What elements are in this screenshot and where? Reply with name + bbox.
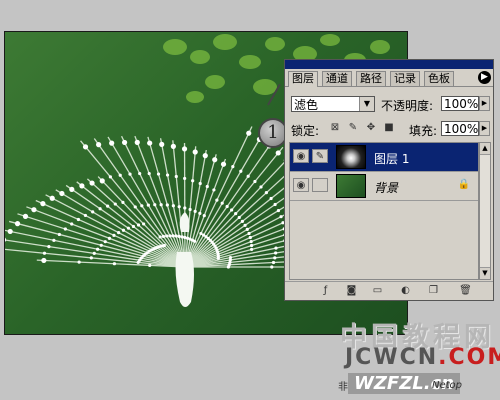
layer-thumbnail [336, 145, 366, 169]
tab-layers[interactable]: 图层 [288, 71, 318, 87]
panel-titlebar[interactable] [285, 60, 493, 69]
layers-panel[interactable]: 图层 通道 路径 记录 色板 ▶ 滤色 ▼ 不透明度: 100% ▶ 锁定: ⊠… [284, 59, 494, 301]
lock-label: 锁定: [291, 124, 320, 138]
opacity-label: 不透明度: [381, 99, 434, 113]
panel-tabs: 图层 通道 路径 记录 色板 ▶ [285, 69, 493, 87]
watermark-site-tld: .COM [438, 345, 500, 370]
opacity-input[interactable]: 100% [441, 96, 479, 111]
layer-row[interactable]: ◉ 背景 🔒 [290, 172, 478, 201]
fill-input[interactable]: 100% [441, 121, 479, 136]
lock-all-icon[interactable]: ■ [383, 122, 395, 134]
add-mask-icon[interactable]: ◙ [345, 284, 358, 297]
lock-transparency-icon[interactable]: ⊠ [329, 122, 341, 134]
fill-arrow-icon[interactable]: ▶ [479, 121, 490, 136]
lock-brush-icon[interactable]: ✎ [347, 122, 359, 134]
adjustment-layer-icon[interactable]: ◐ [399, 284, 412, 297]
blend-mode-value: 滤色 [294, 98, 319, 112]
layer-thumbnail [336, 174, 366, 198]
trash-icon[interactable]: 🗑 [459, 284, 472, 297]
eye-icon[interactable]: ◉ [293, 178, 309, 192]
layer-row[interactable]: ◉ ✎ 图层 1 [290, 143, 478, 172]
layers-scrollbar[interactable]: ▲ ▼ [479, 142, 491, 280]
blend-mode-select[interactable]: 滤色 ▼ [291, 96, 375, 112]
layer-name: 背景 [374, 181, 399, 195]
tab-swatches[interactable]: 色板 [424, 71, 454, 86]
brush-icon[interactable]: ✎ [312, 149, 328, 163]
layers-bottom-toolbar: ƒ ◙ ▭ ◐ ❐ 🗑 [285, 281, 493, 300]
new-layer-icon[interactable]: ❐ [427, 284, 440, 297]
scroll-down-icon[interactable]: ▼ [480, 267, 490, 279]
lock-fill-row: 锁定: ⊠ ✎ ✥ ■ 填充: 100% ▶ [291, 121, 490, 139]
panel-menu-arrow-icon[interactable]: ▶ [478, 71, 491, 84]
watermark-site: JCWCN.COM [345, 345, 500, 370]
new-group-icon[interactable]: ▭ [371, 284, 384, 297]
tab-channels[interactable]: 通道 [322, 71, 352, 86]
padlock-icon: 🔒 [457, 179, 470, 190]
tab-history[interactable]: 记录 [390, 71, 420, 86]
watermark-small-right: Netop [432, 380, 463, 391]
layer-style-icon[interactable]: ƒ [319, 284, 332, 297]
chevron-down-icon[interactable]: ▼ [359, 97, 374, 111]
lock-move-icon[interactable]: ✥ [365, 122, 377, 134]
eye-icon[interactable]: ◉ [293, 149, 309, 163]
blend-opacity-row: 滤色 ▼ 不透明度: 100% ▶ [291, 96, 490, 114]
tab-paths[interactable]: 路径 [356, 71, 386, 86]
scroll-up-icon[interactable]: ▲ [480, 143, 490, 155]
layer-name: 图层 1 [374, 152, 410, 166]
fill-label: 填充: [409, 124, 438, 138]
layers-list: ◉ ✎ 图层 1 ◉ 背景 🔒 [289, 142, 479, 280]
watermark-site-name: JCWCN [345, 345, 439, 370]
opacity-arrow-icon[interactable]: ▶ [479, 96, 490, 111]
layer-link-box[interactable] [312, 178, 328, 192]
